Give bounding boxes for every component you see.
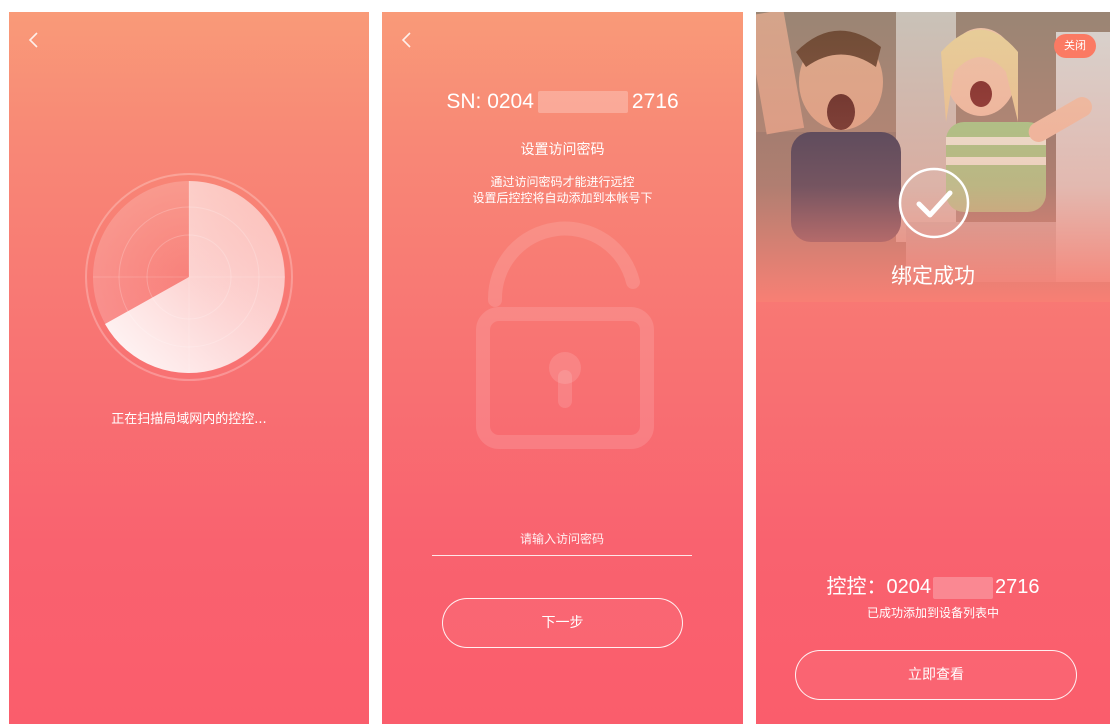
page-title: 设置访问密码 xyxy=(520,142,605,158)
bind-success-screen: 关闭 绑定成功 控控：0204 2716 已成功添加到设备列表中 立即查看 xyxy=(756,12,1110,724)
serial-number: SN: 0204 2716 xyxy=(382,90,743,114)
password-input[interactable] xyxy=(432,522,692,556)
back-button[interactable] xyxy=(395,28,419,52)
description: 通过访问密码才能进行远控 设置后控控将自动添加到本帐号下 xyxy=(382,174,743,206)
close-button[interactable]: 关闭 xyxy=(1054,34,1096,58)
radar-scan-icon xyxy=(84,172,294,382)
next-step-button[interactable]: 下一步 xyxy=(442,598,683,648)
check-circle-icon xyxy=(897,166,971,240)
device-id: 控控：0204 2716 xyxy=(756,570,1110,599)
chevron-left-icon xyxy=(401,32,411,48)
device-prefix: 控控：0204 xyxy=(826,576,932,598)
view-now-button[interactable]: 立即查看 xyxy=(795,650,1077,700)
unlocked-padlock-icon xyxy=(465,220,665,450)
celebration-photo xyxy=(756,12,1110,302)
device-suffix: 2716 xyxy=(995,576,1040,598)
scan-screen: 正在扫描局域网内的控控... xyxy=(9,12,369,724)
chevron-left-icon xyxy=(28,32,38,48)
scan-status-text: 正在扫描局域网内的控控... xyxy=(111,412,267,427)
set-password-screen: SN: 0204 2716 设置访问密码 通过访问密码才能进行远控 设置后控控将自… xyxy=(382,12,743,724)
sn-prefix: SN: 0204 xyxy=(446,90,534,113)
description-line-2: 设置后控控将自动添加到本帐号下 xyxy=(472,191,653,205)
redacted-mask xyxy=(933,576,993,599)
description-line-1: 通过访问密码才能进行远控 xyxy=(490,175,635,189)
bind-success-text: 绑定成功 xyxy=(891,264,975,288)
back-button[interactable] xyxy=(22,28,46,52)
added-status-text: 已成功添加到设备列表中 xyxy=(866,606,999,620)
sn-suffix: 2716 xyxy=(631,90,679,113)
redacted-mask xyxy=(537,91,628,114)
